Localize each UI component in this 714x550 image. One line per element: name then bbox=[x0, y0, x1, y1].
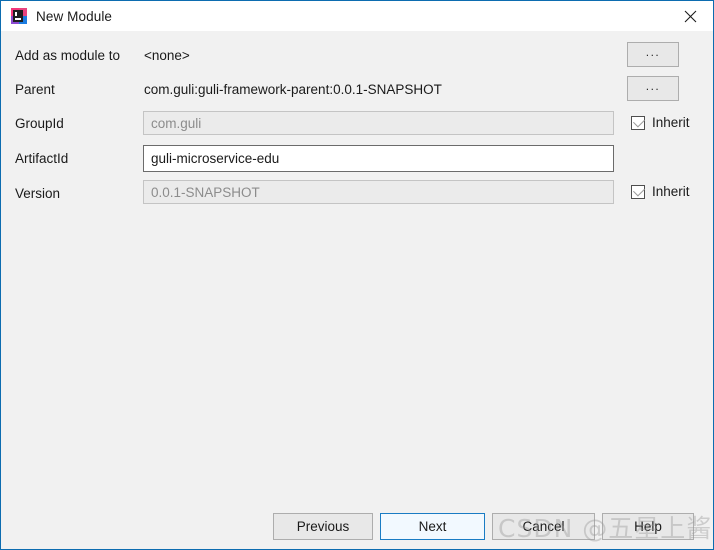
previous-button[interactable]: Previous bbox=[273, 513, 373, 540]
row-parent: Parent com.guli:guli-framework-parent:0.… bbox=[1, 76, 713, 102]
version-inherit-checkbox[interactable]: Inherit bbox=[631, 183, 690, 199]
checkbox-box bbox=[631, 183, 646, 199]
artifactid-input[interactable]: guli-microservice-edu bbox=[143, 145, 614, 172]
window-title: New Module bbox=[36, 8, 113, 24]
cancel-button-label: Cancel bbox=[522, 519, 565, 534]
groupid-value: com.guli bbox=[151, 115, 202, 131]
checkbox-box bbox=[631, 114, 646, 130]
help-button[interactable]: Help bbox=[602, 513, 694, 540]
next-button-label: Next bbox=[418, 519, 447, 534]
groupid-input[interactable]: com.guli bbox=[143, 111, 614, 135]
value-parent: com.guli:guli-framework-parent:0.0.1-SNA… bbox=[144, 81, 442, 97]
version-value: 0.0.1-SNAPSHOT bbox=[151, 184, 260, 200]
intellij-idea-logo-icon bbox=[11, 8, 27, 24]
groupid-inherit-label: Inherit bbox=[652, 115, 690, 130]
value-add-as-module-to: <none> bbox=[144, 47, 190, 63]
close-icon[interactable] bbox=[667, 1, 713, 31]
previous-button-label: Previous bbox=[296, 519, 350, 534]
label-add-as-module-to: Add as module to bbox=[15, 47, 121, 63]
version-inherit-label: Inherit bbox=[652, 184, 690, 199]
version-input[interactable]: 0.0.1-SNAPSHOT bbox=[143, 180, 614, 204]
row-add-as-module-to: Add as module to <none> bbox=[1, 42, 713, 68]
next-button[interactable]: Next bbox=[380, 513, 485, 540]
browse-button-label: ... bbox=[645, 45, 661, 59]
artifactid-value: guli-microservice-edu bbox=[151, 151, 280, 166]
label-groupid: GroupId bbox=[15, 115, 64, 131]
help-button-label: Help bbox=[634, 519, 662, 534]
title-bar: New Module bbox=[1, 1, 713, 31]
label-version: Version bbox=[15, 185, 61, 201]
label-artifactid: ArtifactId bbox=[15, 150, 69, 166]
dialog-body: Add as module to <none> ... Parent com.g… bbox=[1, 31, 713, 549]
groupid-inherit-checkbox[interactable]: Inherit bbox=[631, 114, 690, 130]
browse-button-label: ... bbox=[645, 79, 661, 93]
browse-button-add-as-module-to[interactable]: ... bbox=[627, 42, 679, 67]
browse-button-parent[interactable]: ... bbox=[627, 76, 679, 101]
cancel-button[interactable]: Cancel bbox=[492, 513, 595, 540]
label-parent: Parent bbox=[15, 81, 55, 97]
new-module-dialog: New Module Add as module to <none> ... P… bbox=[0, 0, 714, 550]
